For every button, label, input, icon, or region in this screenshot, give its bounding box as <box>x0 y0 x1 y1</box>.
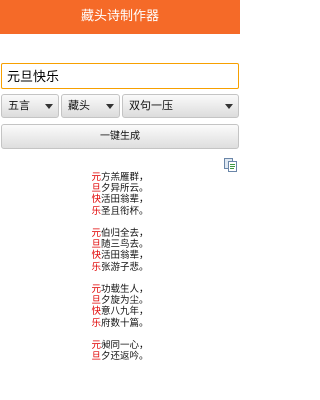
poem-line-rest: 张游子悲。 <box>101 261 149 273</box>
poem-line: 乐圣且衔杯。 <box>0 206 240 217</box>
poem-head-char: 元 <box>91 284 101 295</box>
char-count-value: 五言 <box>8 99 30 112</box>
poem-line: 元昶同一心， <box>0 340 240 351</box>
poem-line: 旦夕旋为尘。 <box>0 295 240 306</box>
poem-stanza: 元功载生人， 旦夕旋为尘。 快意八九年， 乐府数十篇。 <box>0 284 240 329</box>
poem-stanza: 元昶同一心， 旦夕还返吟。 <box>0 340 240 362</box>
poem-head-char: 快 <box>91 306 101 318</box>
poem-line: 快活田翁辈， <box>0 194 240 205</box>
poem-head-char: 旦 <box>91 295 101 307</box>
poem-line-rest: 府数十篇。 <box>101 317 149 329</box>
poem-head-char: 快 <box>91 194 101 206</box>
poem-head-char: 元 <box>91 228 101 239</box>
generate-button[interactable]: 一键生成 <box>1 124 239 149</box>
text-input-container[interactable] <box>1 63 239 89</box>
poem-line: 乐张游子悲。 <box>0 262 240 273</box>
poem-line-rest: 夕还返吟。 <box>101 351 149 363</box>
rhyme-select[interactable]: 双句一压 <box>122 94 239 118</box>
position-select[interactable]: 藏头 <box>61 94 120 118</box>
dropdown-arrow-icon <box>225 104 233 109</box>
poem-line-rest: 圣且衔杯。 <box>101 205 149 217</box>
char-count-select[interactable]: 五言 <box>1 94 59 118</box>
poem-line: 元方羔雁群， <box>0 172 240 183</box>
poem-head-char: 乐 <box>91 205 101 217</box>
poem-line-rest: 方羔雁群， <box>101 172 149 183</box>
dropdown-arrow-icon <box>45 104 53 109</box>
poem-output: 元方羔雁群， 旦夕异所云。 快活田翁辈， 乐圣且衔杯。 元伯归全去， 旦随三鸟去。 快活田翁… <box>0 172 240 374</box>
generate-button-label: 一键生成 <box>100 131 140 142</box>
poem-head-char: 元 <box>91 172 101 183</box>
poem-line-rest: 夕异所云。 <box>101 183 149 195</box>
poem-line-rest: 夕旋为尘。 <box>101 295 149 307</box>
poem-stanza: 元伯归全去， 旦随三鸟去。 快活田翁辈， 乐张游子悲。 <box>0 228 240 273</box>
poem-line-rest: 功载生人， <box>101 284 149 295</box>
poem-head-char: 乐 <box>91 261 101 273</box>
rhyme-value: 双句一压 <box>129 99 173 112</box>
poem-head-char: 快 <box>91 250 101 262</box>
poem-head-char: 乐 <box>91 317 101 329</box>
poem-line-rest: 活田翁辈， <box>101 194 149 206</box>
dropdown-arrow-icon <box>106 104 114 109</box>
poem-line-rest: 昶同一心， <box>101 340 149 351</box>
poem-line: 快活田翁辈， <box>0 250 240 261</box>
poem-line: 元伯归全去， <box>0 228 240 239</box>
app-title: 藏头诗制作器 <box>80 9 159 24</box>
poem-line: 旦随三鸟去。 <box>0 239 240 250</box>
poem-head-char: 旦 <box>91 183 101 195</box>
poem-line: 旦夕异所云。 <box>0 183 240 194</box>
poem-head-char: 元 <box>91 340 101 351</box>
poem-line-rest: 意八九年， <box>101 306 149 318</box>
poem-line: 乐府数十篇。 <box>0 318 240 329</box>
poem-head-char: 旦 <box>91 351 101 363</box>
poem-stanza: 元方羔雁群， 旦夕异所云。 快活田翁辈， 乐圣且衔杯。 <box>0 172 240 217</box>
copy-icon[interactable] <box>224 158 237 172</box>
text-input[interactable] <box>2 64 227 86</box>
poem-line: 元功载生人， <box>0 284 240 295</box>
poem-head-char: 旦 <box>91 239 101 251</box>
poem-line-rest: 伯归全去， <box>101 228 149 239</box>
poem-line: 快意八九年， <box>0 306 240 317</box>
poem-line-rest: 随三鸟去。 <box>101 239 149 251</box>
poem-line-rest: 活田翁辈， <box>101 250 149 262</box>
position-value: 藏头 <box>68 99 90 112</box>
app-title-bar: 藏头诗制作器 <box>0 0 240 34</box>
poem-line: 旦夕还返吟。 <box>0 351 240 362</box>
